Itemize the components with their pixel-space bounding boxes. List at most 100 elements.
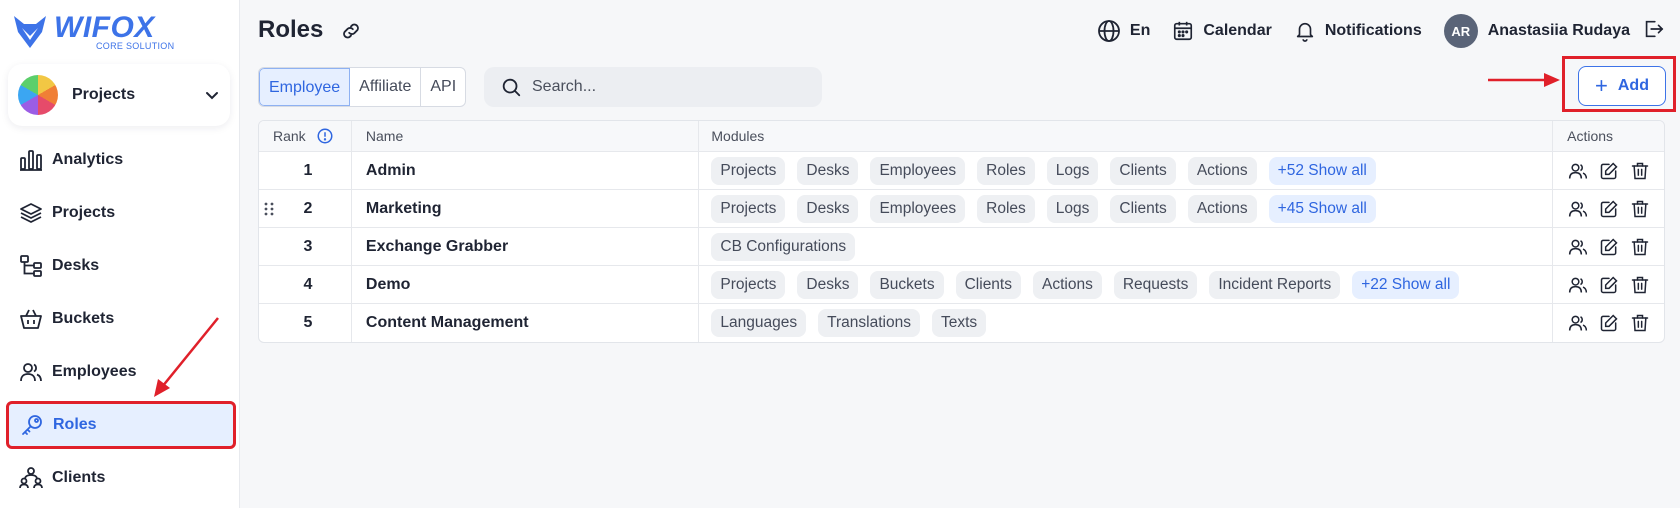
delete-icon[interactable] xyxy=(1629,236,1651,258)
fox-logo-icon xyxy=(14,16,46,48)
info-icon[interactable] xyxy=(316,127,334,145)
calendar-icon xyxy=(1174,21,1193,41)
annotation-arrow-add xyxy=(1488,73,1560,87)
sidebar-item-clients[interactable]: Clients xyxy=(8,454,234,502)
module-chip: Languages xyxy=(711,309,807,337)
chevron-down-icon xyxy=(206,92,218,100)
rank-value: 4 xyxy=(303,275,313,293)
drag-handle-icon[interactable] xyxy=(264,202,274,221)
page-title: Roles xyxy=(258,16,324,43)
column-header-actions: Actions xyxy=(1567,128,1614,144)
module-chip: Translations xyxy=(818,309,920,337)
sidebar-item-buckets[interactable]: Buckets xyxy=(8,295,234,343)
role-name: Content Management xyxy=(365,314,529,331)
brand-name: WIFOX xyxy=(54,11,155,44)
rank-value: 1 xyxy=(303,161,313,179)
show-all-button[interactable]: +52 Show all xyxy=(1268,156,1376,185)
sidebar-item-label: Desks xyxy=(52,257,100,274)
table-row[interactable]: 1 Admin Projects Desks Employees Roles Logs C… xyxy=(259,152,1664,190)
sidebar-item-projects[interactable]: Projects xyxy=(8,189,234,237)
module-chip: Desks xyxy=(797,270,859,299)
edit-icon[interactable] xyxy=(1598,312,1620,334)
tab-api[interactable]: API xyxy=(421,68,465,106)
sidebar-item-desks[interactable]: Desks xyxy=(8,242,234,290)
sidebar-item-analytics[interactable]: Analytics xyxy=(8,136,234,184)
notifications-link[interactable]: Notifications xyxy=(1294,20,1422,42)
show-all-button[interactable]: +45 Show all xyxy=(1268,194,1376,223)
language-switcher[interactable]: En xyxy=(1097,19,1150,43)
app-root: WIFOX CORE SOLUTION Projects Analytics P… xyxy=(0,0,1680,508)
module-chip: Texts xyxy=(931,309,987,337)
user-menu[interactable]: AR Anastasiia Rudaya xyxy=(1443,14,1630,48)
sidebar-item-roles[interactable]: Roles xyxy=(6,401,236,449)
language-label: En xyxy=(1129,22,1151,39)
modules-cell: Languages Translations Texts xyxy=(699,304,1554,342)
actions-cell xyxy=(1553,228,1664,265)
actions-cell xyxy=(1553,304,1664,342)
link-icon[interactable] xyxy=(340,20,364,44)
module-chip: Actions xyxy=(1187,156,1257,185)
notifications-label: Notifications xyxy=(1324,22,1422,39)
column-header-modules: Modules xyxy=(699,121,1554,151)
brand-logo[interactable]: WIFOX CORE SOLUTION xyxy=(12,12,174,52)
tab-employee[interactable]: Employee xyxy=(259,68,351,106)
logout-icon[interactable] xyxy=(1642,18,1664,45)
show-all-button[interactable]: +22 Show all xyxy=(1352,270,1460,299)
module-chip: Desks xyxy=(797,194,859,223)
rank-cell: 4 xyxy=(259,266,352,303)
assign-users-icon[interactable] xyxy=(1567,198,1589,220)
calendar-label: Calendar xyxy=(1203,22,1272,39)
brand-tagline: CORE SOLUTION xyxy=(96,41,175,51)
sidebar-nav: Analytics Projects Desks Buckets Employe… xyxy=(6,136,236,507)
tab-affiliate[interactable]: Affiliate xyxy=(350,68,422,106)
table-row[interactable]: 4 Demo Projects Desks Buckets Clients Action… xyxy=(259,266,1664,304)
clients-icon xyxy=(18,465,44,491)
role-name: Exchange Grabber xyxy=(365,237,509,255)
delete-icon[interactable] xyxy=(1629,274,1651,296)
module-chip: Roles xyxy=(977,194,1035,223)
plus-icon: + xyxy=(1595,73,1608,98)
table-row[interactable]: 5 Content Management Languages Translatio… xyxy=(259,304,1664,342)
assign-users-icon[interactable] xyxy=(1567,160,1589,182)
module-chip: Desks xyxy=(797,156,859,185)
project-selector[interactable]: Projects xyxy=(8,64,230,126)
assign-users-icon[interactable] xyxy=(1567,274,1589,296)
name-cell: Content Management xyxy=(352,304,700,342)
module-chip: Projects xyxy=(711,156,786,185)
edit-icon[interactable] xyxy=(1598,236,1620,258)
edit-icon[interactable] xyxy=(1598,198,1620,220)
roles-table: Rank Name Modules Actions 1 Admin Projec… xyxy=(258,120,1665,343)
name-cell: Demo xyxy=(352,266,700,303)
module-chip: Employees xyxy=(870,194,966,223)
role-name: Marketing xyxy=(365,199,442,217)
module-chip: Buckets xyxy=(870,270,944,299)
add-button[interactable]: + Add xyxy=(1578,66,1666,106)
actions-cell xyxy=(1553,266,1664,303)
project-selector-label: Projects xyxy=(72,86,136,103)
sidebar-item-label: Projects xyxy=(52,204,116,221)
table-row[interactable]: 2 Marketing Projects Desks Employees Roles L… xyxy=(259,190,1664,228)
calendar-link[interactable]: Calendar xyxy=(1172,20,1272,42)
modules-cell: Projects Desks Employees Roles Logs Clients Ac… xyxy=(699,152,1554,189)
assign-users-icon[interactable] xyxy=(1567,236,1589,258)
sidebar-item-employees[interactable]: Employees xyxy=(8,348,234,396)
search-input[interactable] xyxy=(532,78,792,96)
rank-cell: 5 xyxy=(259,304,352,342)
name-cell: Marketing xyxy=(352,190,700,227)
modules-cell: CB Configurations xyxy=(699,228,1554,265)
rank-cell: 1 xyxy=(259,152,352,189)
edit-icon[interactable] xyxy=(1598,160,1620,182)
user-name: Anastasiia Rudaya xyxy=(1487,22,1630,39)
table-body: 1 Admin Projects Desks Employees Roles Logs C… xyxy=(259,152,1664,342)
module-chip: Requests xyxy=(1113,270,1198,299)
search-box xyxy=(484,67,822,107)
edit-icon[interactable] xyxy=(1598,274,1620,296)
delete-icon[interactable] xyxy=(1629,160,1651,182)
assign-users-icon[interactable] xyxy=(1567,312,1589,334)
delete-icon[interactable] xyxy=(1629,312,1651,334)
delete-icon[interactable] xyxy=(1629,198,1651,220)
layers-icon xyxy=(18,200,44,226)
table-row[interactable]: 3 Exchange Grabber CB Configurations xyxy=(259,228,1664,266)
actions-cell xyxy=(1553,152,1664,189)
top-bar: En Calendar Notifications AR Anastasiia … xyxy=(1075,14,1664,48)
